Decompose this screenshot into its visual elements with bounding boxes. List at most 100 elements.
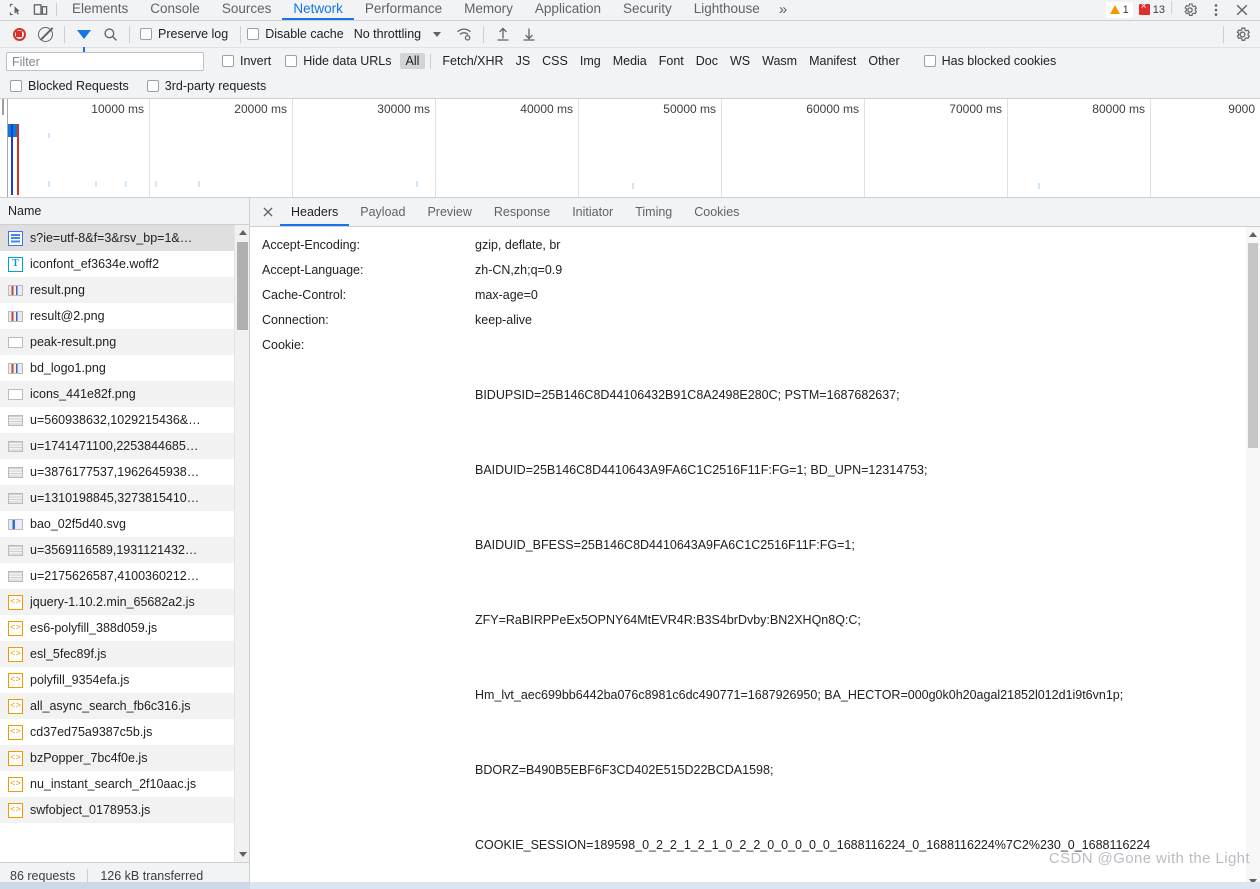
request-row[interactable]: result@2.png: [0, 303, 249, 329]
requests-list[interactable]: s?ie=utf-8&f=3&rsv_bp=1&… T iconfont_ef3…: [0, 225, 249, 862]
header-row[interactable]: Accept-Encoding: gzip, deflate, br: [250, 233, 1260, 258]
request-row[interactable]: T iconfont_ef3634e.woff2: [0, 251, 249, 277]
tab-console[interactable]: Console: [139, 2, 211, 20]
sidebar-scrollbar[interactable]: [234, 225, 249, 862]
import-har-button[interactable]: [490, 23, 516, 45]
request-row[interactable]: <> jquery-1.10.2.min_65682a2.js: [0, 589, 249, 615]
request-row[interactable]: <> polyfill_9354efa.js: [0, 667, 249, 693]
requests-column-header[interactable]: Name: [0, 198, 249, 225]
blocked-requests-checkbox[interactable]: Blocked Requests: [10, 79, 129, 93]
third-party-requests-checkbox[interactable]: 3rd-party requests: [146, 79, 266, 93]
request-row[interactable]: bao_02f5d40.svg: [0, 511, 249, 537]
tab-sources[interactable]: Sources: [211, 2, 283, 20]
overview-left-handle[interactable]: [0, 99, 8, 197]
record-button[interactable]: [6, 23, 32, 45]
detail-tab-preview[interactable]: Preview: [416, 198, 482, 226]
request-row[interactable]: u=560938632,1029215436&…: [0, 407, 249, 433]
filter-type-media[interactable]: Media: [607, 53, 653, 69]
detail-tab-response[interactable]: Response: [483, 198, 561, 226]
request-row[interactable]: <> swfobject_0178953.js: [0, 797, 249, 823]
header-row-cookie[interactable]: Cookie: BIDUPSID=25B146C8D44106432B91C8A…: [250, 333, 1260, 889]
detail-scrollbar[interactable]: [1246, 227, 1260, 889]
tab-application[interactable]: Application: [524, 2, 612, 20]
detail-tab-initiator[interactable]: Initiator: [561, 198, 624, 226]
tab-elements[interactable]: Elements: [61, 2, 139, 20]
close-icon[interactable]: [1234, 2, 1250, 18]
image-icon: [8, 570, 23, 582]
request-row[interactable]: <> nu_instant_search_2f10aac.js: [0, 771, 249, 797]
headers-list[interactable]: Accept-Encoding: gzip, deflate, br Accep…: [250, 227, 1260, 889]
tab-memory[interactable]: Memory: [453, 2, 524, 20]
detail-tab-headers[interactable]: Headers: [280, 198, 350, 226]
detail-scrollbar-thumb[interactable]: [1248, 243, 1258, 448]
network-settings-gear-icon[interactable]: [1234, 26, 1251, 42]
request-row[interactable]: u=1310198845,3273815410…: [0, 485, 249, 511]
filter-type-font[interactable]: Font: [653, 53, 690, 69]
detail-tab-payload[interactable]: Payload: [349, 198, 416, 226]
filter-type-all[interactable]: All: [399, 53, 426, 69]
chevron-down-icon[interactable]: [433, 31, 442, 37]
network-overview-timeline[interactable]: 10000 ms 20000 ms 30000 ms 40000 ms 5000…: [0, 99, 1260, 198]
preserve-log-checkbox[interactable]: Preserve log: [140, 27, 228, 41]
request-row[interactable]: u=2175626587,4100360212…: [0, 563, 249, 589]
request-row[interactable]: peak-result.png: [0, 329, 249, 355]
disable-cache-checkbox[interactable]: Disable cache: [247, 27, 344, 41]
clear-button[interactable]: [32, 23, 58, 45]
request-row[interactable]: result.png: [0, 277, 249, 303]
search-button[interactable]: [97, 23, 123, 45]
gear-icon[interactable]: [1182, 2, 1198, 18]
request-row[interactable]: u=1741471100,2253844685…: [0, 433, 249, 459]
filter-type-manifest[interactable]: Manifest: [803, 53, 862, 69]
request-row[interactable]: <> esl_5fec89f.js: [0, 641, 249, 667]
request-row[interactable]: <> all_async_search_fb6c316.js: [0, 693, 249, 719]
header-row[interactable]: Connection: keep-alive: [250, 308, 1260, 333]
error-badge[interactable]: 13: [1135, 1, 1169, 18]
overview-cell: 30000 ms: [293, 99, 436, 197]
request-row[interactable]: u=3569116589,1931121432…: [0, 537, 249, 563]
tab-performance[interactable]: Performance: [354, 2, 453, 20]
request-row[interactable]: s?ie=utf-8&f=3&rsv_bp=1&…: [0, 225, 249, 251]
export-har-button[interactable]: [516, 23, 542, 45]
close-detail-icon[interactable]: [256, 200, 280, 224]
header-row[interactable]: Accept-Language: zh-CN,zh;q=0.9: [250, 258, 1260, 283]
has-blocked-cookies-label: Has blocked cookies: [941, 54, 1057, 68]
more-tabs-button[interactable]: »: [771, 1, 794, 20]
warning-badge[interactable]: 1: [1105, 1, 1133, 18]
sidebar-scrollbar-thumb[interactable]: [237, 242, 248, 330]
inspect-element-icon[interactable]: [8, 2, 23, 17]
filter-input[interactable]: Filter: [6, 51, 204, 71]
tab-security[interactable]: Security: [612, 2, 683, 20]
kebab-menu-icon[interactable]: [1208, 2, 1224, 18]
network-conditions-button[interactable]: [451, 23, 477, 45]
request-row[interactable]: <> cd37ed75a9387c5b.js: [0, 719, 249, 745]
filter-type-js[interactable]: JS: [510, 53, 537, 69]
filter-toggle-button[interactable]: [71, 23, 97, 52]
filter-type-fetch-xhr[interactable]: Fetch/XHR: [436, 53, 509, 69]
header-row[interactable]: Cache-Control: max-age=0: [250, 283, 1260, 308]
scroll-up-arrow-icon[interactable]: [1245, 227, 1260, 242]
filter-type-img[interactable]: Img: [574, 53, 607, 69]
request-row[interactable]: <> es6-polyfill_388d059.js: [0, 615, 249, 641]
filter-type-ws[interactable]: WS: [724, 53, 756, 69]
detail-tab-cookies[interactable]: Cookies: [683, 198, 750, 226]
request-row[interactable]: bd_logo1.png: [0, 355, 249, 381]
throttling-select[interactable]: No throttling: [354, 27, 421, 41]
filter-type-other[interactable]: Other: [862, 53, 905, 69]
scroll-down-arrow-icon[interactable]: [235, 847, 249, 862]
device-toolbar-icon[interactable]: [33, 2, 48, 17]
invert-checkbox[interactable]: Invert: [222, 54, 271, 68]
tab-network[interactable]: Network: [282, 2, 354, 20]
tab-lighthouse[interactable]: Lighthouse: [683, 2, 771, 20]
hide-data-urls-checkbox[interactable]: Hide data URLs: [285, 54, 392, 68]
request-row[interactable]: <> bzPopper_7bc4f0e.js: [0, 745, 249, 771]
filter-type-doc[interactable]: Doc: [690, 53, 724, 69]
request-row[interactable]: u=3876177537,1962645938…: [0, 459, 249, 485]
clear-icon: [37, 26, 53, 42]
scroll-up-arrow-icon[interactable]: [235, 225, 249, 240]
filter-type-wasm[interactable]: Wasm: [756, 53, 803, 69]
filter-type-css[interactable]: CSS: [536, 53, 574, 69]
request-row[interactable]: icons_441e82f.png: [0, 381, 249, 407]
invert-label: Invert: [240, 54, 272, 68]
has-blocked-cookies-checkbox[interactable]: Has blocked cookies: [923, 54, 1057, 68]
detail-tab-timing[interactable]: Timing: [624, 198, 683, 226]
